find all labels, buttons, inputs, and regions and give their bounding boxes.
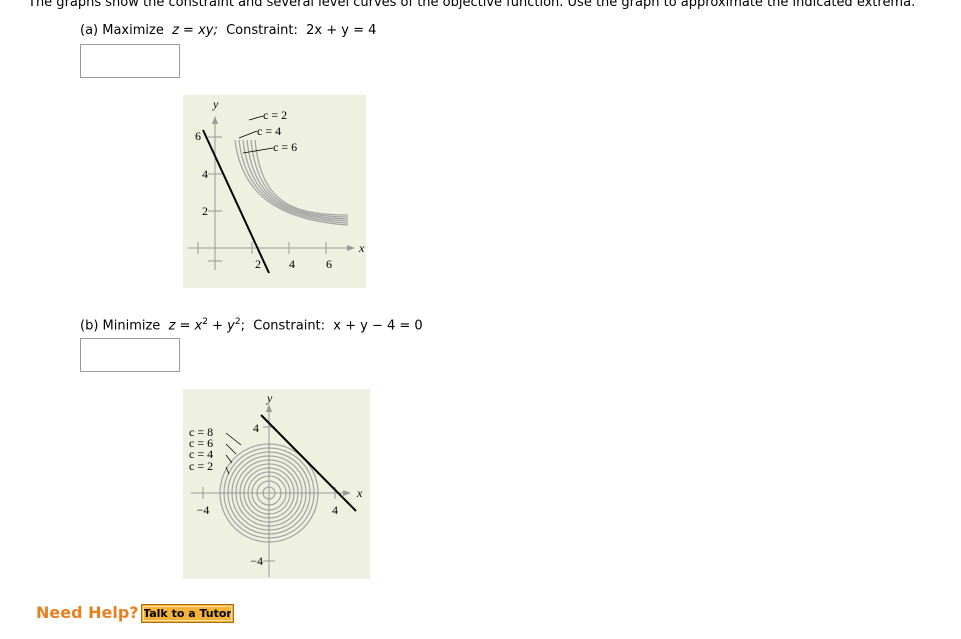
part-a-ytick-6: 6 [195,129,201,143]
part-b-semicolon: ; [240,318,245,334]
part-a-constraint-label: Constraint: [226,23,298,38]
part-b-ytick-neg4: −4 [250,554,263,568]
part-a-graph: y x 6 4 2 2 4 6 c = 2 c = 4 c = 6 [183,95,366,288]
part-b-constraint: x + y − 4 = 0 [333,318,423,334]
part-a-objective: z = xy; [172,23,218,38]
part-a-constraint: 2x + y = 4 [306,23,377,38]
talk-to-tutor-button[interactable]: Talk to a Tutor [141,604,234,623]
part-b-prompt: (b) Minimize z = x2 + y2; Constraint: x … [80,317,423,333]
part-a-xtick-6: 6 [326,257,332,271]
part-b-objective-base: z = x [168,318,203,334]
part-b-constraint-label: Constraint: [253,318,326,334]
part-a-ytick-4: 4 [202,167,208,181]
part-a-x-label: x [358,241,365,255]
part-b-answer-input[interactable] [80,338,180,372]
part-b-ytick-4: 4 [253,421,259,435]
part-a-level-label-c6: c = 6 [273,140,297,154]
part-b-xtick-4: 4 [332,503,338,517]
part-a-answer-input[interactable] [80,44,180,78]
part-a-y-label: y [212,97,219,111]
part-a-label: (a) Maximize [80,23,164,38]
part-b-x-label: x [356,486,363,500]
part-b-objective-plus: + y [208,318,235,334]
part-a-ytick-2: 2 [202,204,208,218]
instructions-text: The graphs show the constraint and sever… [28,0,916,10]
part-b-y-label: y [266,391,273,405]
need-help-label: Need Help? [36,603,139,622]
part-a-xtick-2: 2 [255,257,261,271]
part-a-level-label-c4: c = 4 [257,124,281,138]
part-b-xtick-neg4: −4 [197,503,210,517]
part-a-prompt: (a) Maximize z = xy; Constraint: 2x + y … [80,23,376,38]
part-a-xtick-4: 4 [289,257,295,271]
part-a-level-label-c2: c = 2 [263,108,287,122]
part-b-label: (b) Minimize [80,318,161,334]
part-b-level-label-c2: c = 2 [189,459,213,473]
part-b-graph: y x 4 −4 −4 4 c = 8 c = 6 c = 4 c = 2 [183,389,370,579]
